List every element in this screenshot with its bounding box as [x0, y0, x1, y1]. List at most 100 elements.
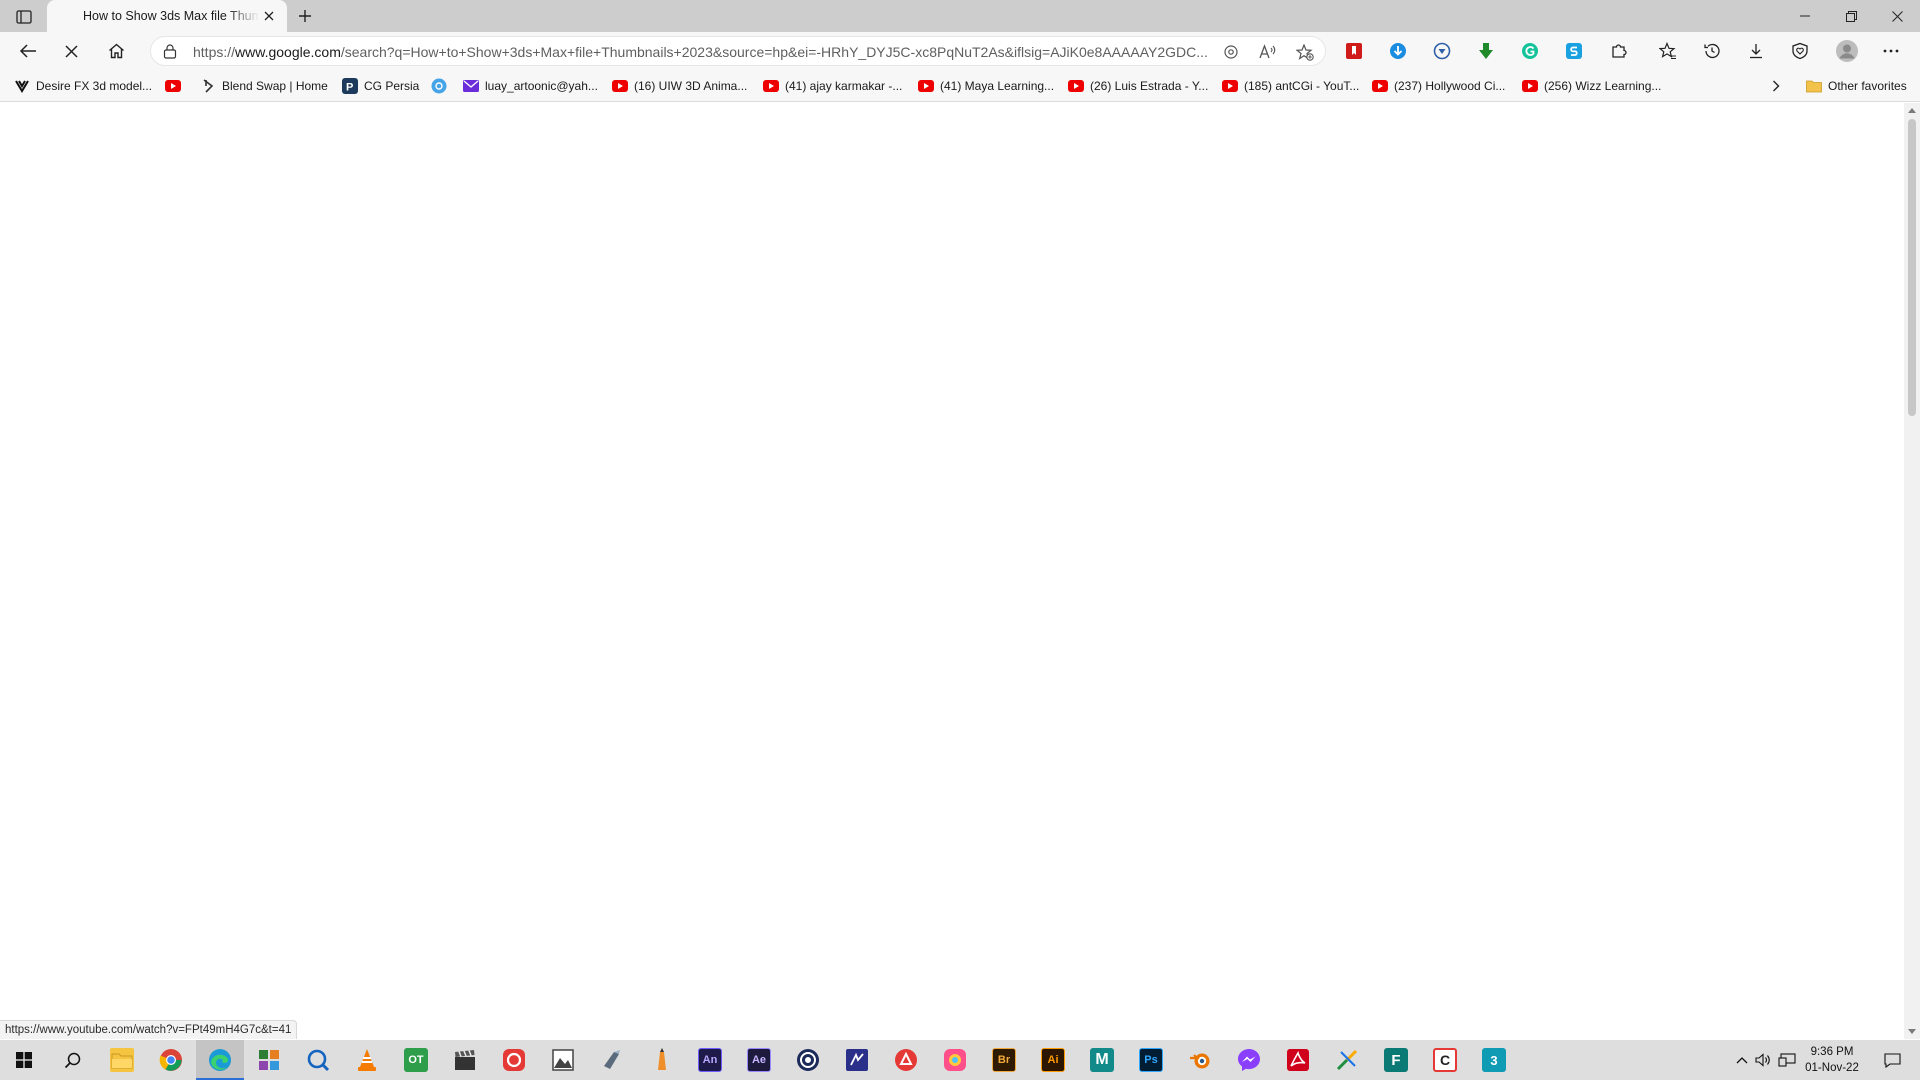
favorite-mail[interactable]: luay_artoonic@yah... [463, 76, 598, 96]
taskbar-bridge[interactable]: Br [980, 1040, 1028, 1080]
taskbar-app-c[interactable]: C [1421, 1040, 1469, 1080]
stop-loading-button[interactable] [55, 37, 87, 65]
extensions-button[interactable] [1607, 39, 1631, 63]
youtube-icon [918, 78, 934, 94]
taskbar-animate[interactable]: An [686, 1040, 734, 1080]
other-favorites-folder[interactable]: Other favorites [1806, 76, 1907, 96]
taskbar-ot[interactable]: OT [392, 1040, 440, 1080]
address-bar[interactable]: https://www.google.com/search?q=How+to+S… [150, 36, 1326, 66]
notifications-button[interactable] [1872, 1040, 1912, 1080]
restore-button[interactable] [1828, 0, 1874, 32]
favorites-button[interactable] [1656, 39, 1680, 63]
taskbar-maya[interactable]: M [1078, 1040, 1126, 1080]
lock-icon[interactable] [163, 44, 177, 59]
taskbar-chrome[interactable] [147, 1040, 195, 1080]
taskbar-messenger[interactable] [1225, 1040, 1273, 1080]
scroll-down-arrow-icon[interactable] [1908, 1029, 1916, 1035]
red-bookmark-icon [1346, 43, 1362, 59]
tab-close-button[interactable] [259, 6, 279, 26]
favorite-cgpersia[interactable]: P CG Persia [342, 76, 419, 96]
scrollbar-thumb[interactable] [1908, 119, 1916, 416]
taskbar-app-tools[interactable] [1323, 1040, 1371, 1080]
taskbar-vlc[interactable] [343, 1040, 391, 1080]
scroll-up-arrow-icon[interactable] [1908, 107, 1916, 113]
taskbar-app-blue-square[interactable] [833, 1040, 881, 1080]
taskbar-clock[interactable]: 9:36 PM 01-Nov-22 [1796, 1044, 1868, 1076]
taskbar-app-hand[interactable] [588, 1040, 636, 1080]
favorite-hollywood[interactable]: (237) Hollywood Ci... [1372, 76, 1505, 96]
acrobat-icon [1287, 1049, 1309, 1071]
back-button[interactable] [12, 37, 44, 65]
taskbar-app-pencil[interactable] [637, 1040, 685, 1080]
taskbar-photoshop[interactable]: Ps [1127, 1040, 1175, 1080]
taskbar-app-search-q[interactable] [294, 1040, 342, 1080]
cinema4d-icon [797, 1049, 819, 1071]
taskbar-3ds-max[interactable]: 3 [1470, 1040, 1518, 1080]
browser-toolbar: https://www.google.com/search?q=How+to+S… [0, 32, 1920, 70]
extension-green-download[interactable] [1474, 39, 1498, 63]
extension-s[interactable] [1562, 39, 1586, 63]
taskbar-sketchup[interactable] [882, 1040, 930, 1080]
taskbar-app-f[interactable]: F [1372, 1040, 1420, 1080]
minimize-button[interactable] [1782, 0, 1828, 32]
favorite-globe[interactable] [431, 76, 447, 96]
extension-red[interactable] [1342, 39, 1366, 63]
vertical-scrollbar[interactable] [1904, 103, 1920, 1039]
svg-text:P: P [346, 82, 353, 94]
downloads-button[interactable] [1744, 39, 1768, 63]
active-tab[interactable]: How to Show 3ds Max file Thumbnails 2023 [47, 0, 287, 32]
taskbar-blender[interactable] [1176, 1040, 1224, 1080]
f-app-icon: F [1384, 1048, 1408, 1072]
settings-more-button[interactable] [1879, 39, 1903, 63]
favorite-luis-estrada[interactable]: (26) Luis Estrada - Y... [1068, 76, 1208, 96]
address-url[interactable]: https://www.google.com/search?q=How+to+S… [193, 44, 1213, 60]
favorites-overflow-button[interactable] [1766, 76, 1786, 96]
taskbar-after-effects[interactable]: Ae [735, 1040, 783, 1080]
new-tab-button[interactable] [292, 4, 318, 28]
favorite-label: Desire FX 3d model... [36, 79, 153, 93]
taskbar-cinema4d[interactable] [784, 1040, 832, 1080]
favorite-desire-fx[interactable]: Desire FX 3d model... [14, 76, 152, 96]
taskbar-search-button[interactable] [48, 1040, 96, 1080]
profile-button[interactable] [1833, 37, 1861, 65]
browser-essentials-button[interactable] [1788, 39, 1812, 63]
url-host: www.google.com [235, 44, 341, 60]
tab-actions-icon [16, 10, 32, 24]
taskbar-app-red-round[interactable] [490, 1040, 538, 1080]
close-window-button[interactable] [1874, 0, 1920, 32]
favorite-antcgi[interactable]: (185) antCGi - YouT... [1222, 76, 1359, 96]
read-aloud-icon [1259, 44, 1276, 59]
extension-grammarly[interactable] [1518, 39, 1542, 63]
location-button[interactable] [1219, 41, 1243, 63]
tab-actions-button[interactable] [10, 6, 38, 28]
taskbar-app-image[interactable] [539, 1040, 587, 1080]
link-status-bubble: https://www.youtube.com/watch?v=FPt49mH4… [0, 1020, 298, 1039]
favorite-uiw[interactable]: (16) UIW 3D Anima... [612, 76, 747, 96]
taskbar-acrobat[interactable] [1274, 1040, 1322, 1080]
show-hidden-icons-button[interactable] [1732, 1040, 1752, 1080]
favorite-youtube[interactable] [165, 76, 181, 96]
read-aloud-button[interactable] [1256, 41, 1280, 63]
start-button[interactable] [0, 1040, 48, 1080]
volume-button[interactable] [1752, 1040, 1774, 1080]
page-content[interactable] [0, 103, 1904, 1039]
taskbar-clapper[interactable] [441, 1040, 489, 1080]
taskbar-illustrator[interactable]: Ai [1029, 1040, 1077, 1080]
favorite-maya-learning[interactable]: (41) Maya Learning... [918, 76, 1054, 96]
plus-icon [299, 10, 311, 22]
favorite-ajay[interactable]: (41) ajay karmakar -... [763, 76, 902, 96]
network-button[interactable] [1776, 1040, 1798, 1080]
history-button[interactable] [1700, 39, 1724, 63]
taskbar-app-colorful[interactable] [931, 1040, 979, 1080]
favorite-blendswap[interactable]: Blend Swap | Home [200, 76, 328, 96]
extension-shield[interactable] [1430, 39, 1454, 63]
home-button[interactable] [100, 37, 132, 65]
taskbar-edge[interactable] [196, 1040, 244, 1080]
taskbar-file-explorer[interactable] [98, 1040, 146, 1080]
favorite-wizz-learning[interactable]: (256) Wizz Learning... [1522, 76, 1661, 96]
extension-blue-download[interactable] [1386, 39, 1410, 63]
url-path: /search?q=How+to+Show+3ds+Max+file+Thumb… [340, 44, 1208, 60]
favorites-bar: Desire FX 3d model... Blend Swap | Home … [0, 70, 1920, 102]
add-favorite-button[interactable] [1293, 41, 1317, 63]
taskbar-app-green-puzzle[interactable] [245, 1040, 293, 1080]
